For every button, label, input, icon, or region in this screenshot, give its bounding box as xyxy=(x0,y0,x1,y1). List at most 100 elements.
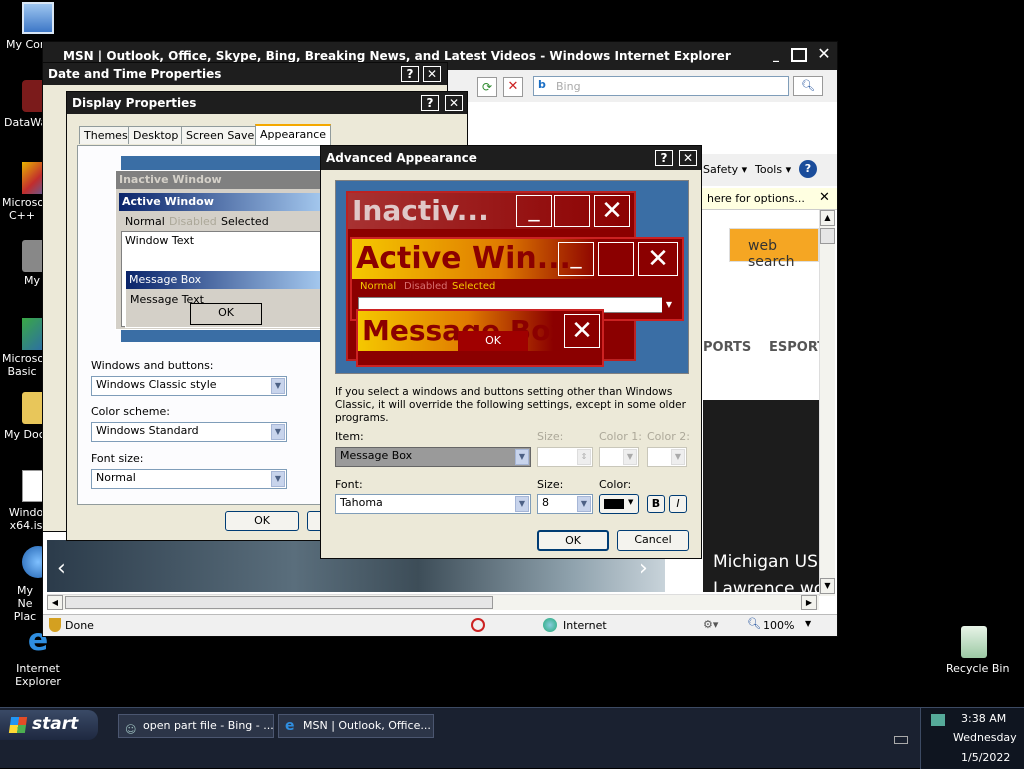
chevron-down-icon[interactable]: ▼ xyxy=(515,449,529,465)
scroll-right-icon[interactable]: ▶ xyxy=(801,595,817,610)
scroll-left-icon[interactable]: ◀ xyxy=(47,595,63,610)
display-help-button[interactable]: ? xyxy=(421,95,439,111)
zoom-icon[interactable]: 🔍︎ xyxy=(747,617,761,630)
datetime-help-button[interactable]: ? xyxy=(401,66,419,82)
chevron-down-icon[interactable]: ▼ xyxy=(623,449,637,465)
desktop-icon-recycle-bin[interactable]: Recycle Bin xyxy=(938,626,1010,675)
network-tray-icon[interactable] xyxy=(931,714,945,726)
display-ok-button[interactable]: OK xyxy=(225,511,299,531)
windows-buttons-label: Windows and buttons: xyxy=(91,359,214,372)
chevron-down-icon[interactable]: ▼ xyxy=(671,449,685,465)
advanced-title: Advanced Appearance xyxy=(326,151,477,165)
web-page-icon: ☺ xyxy=(125,723,137,736)
chevron-down-icon[interactable]: ▼ xyxy=(515,496,529,512)
carousel-next-icon[interactable]: › xyxy=(639,556,648,581)
advanced-note: If you select a windows and buttons sett… xyxy=(335,386,686,424)
zoom-chevron-icon[interactable]: ▼ xyxy=(805,619,811,628)
safety-menu[interactable]: Safety ▾ xyxy=(703,163,747,176)
font-size-select[interactable]: 8 ▼ xyxy=(537,494,593,514)
advanced-ok-button[interactable]: OK xyxy=(537,530,609,551)
preview-message-box: Message Box Message Text OK xyxy=(125,270,325,328)
display-titlebar[interactable]: Display Properties xyxy=(67,92,467,114)
font-color-picker[interactable]: ▼ xyxy=(599,494,639,514)
vertical-scrollbar[interactable]: ▲ ▼ xyxy=(819,210,835,596)
font-size-select[interactable]: Normal ▼ xyxy=(91,469,287,489)
stop-icon[interactable]: ✕ xyxy=(503,77,523,97)
font-select[interactable]: Tahoma ▼ xyxy=(335,494,531,514)
ie-statusbar: Done Internet ⚙▾ 🔍︎ 100% ▼ xyxy=(43,614,837,636)
desktop-icon-my-computer[interactable]: My Con xyxy=(2,2,74,51)
display-close-button[interactable]: ✕ xyxy=(445,95,463,111)
datetime-close-button[interactable]: ✕ xyxy=(423,66,441,82)
chevron-down-icon[interactable]: ▼ xyxy=(271,378,285,394)
datetime-titlebar[interactable]: Date and Time Properties xyxy=(43,63,447,85)
chevron-down-icon[interactable]: ▼ xyxy=(271,424,285,440)
globe-icon xyxy=(543,618,557,632)
spinner-arrows-icon[interactable]: ⇕ xyxy=(577,449,591,465)
refresh-icon[interactable]: ⟳ xyxy=(477,77,497,97)
color-scheme-label: Color scheme: xyxy=(91,405,170,418)
nav-sports[interactable]: PORTS xyxy=(703,340,751,355)
status-zone: Internet xyxy=(563,619,607,632)
advanced-cancel-button[interactable]: Cancel xyxy=(617,530,689,551)
font-color-label: Color: xyxy=(599,478,632,491)
color-scheme-select[interactable]: Windows Standard ▼ xyxy=(91,422,287,442)
ie-maximize-button[interactable] xyxy=(791,48,807,62)
protected-mode-icon xyxy=(471,618,485,632)
task-button-msn[interactable]: e MSN | Outlook, Office... xyxy=(278,714,434,738)
task-button-bing[interactable]: ☺ open part file - Bing - ... xyxy=(118,714,274,738)
chevron-down-icon[interactable]: ▼ xyxy=(577,496,591,512)
hscroll-thumb[interactable] xyxy=(65,596,493,609)
bing-icon: b xyxy=(538,78,546,91)
tab-appearance[interactable]: Appearance xyxy=(255,124,332,145)
windows-buttons-select[interactable]: Windows Classic style ▼ xyxy=(91,376,287,396)
color1-picker[interactable]: ▼ xyxy=(599,447,639,467)
appearance-preview: Inactive Window Active Window Normal Dis… xyxy=(115,156,325,342)
italic-button[interactable]: I xyxy=(669,495,687,513)
zoom-level[interactable]: 100% xyxy=(763,619,794,632)
horizontal-scrollbar[interactable]: ◀ ▶ xyxy=(47,594,819,610)
preview-close-icon: ✕ xyxy=(594,195,630,227)
infobar-close-icon[interactable]: ✕ xyxy=(819,190,830,205)
chevron-down-icon: ▼ xyxy=(628,498,634,506)
internet-explorer-icon: e xyxy=(285,718,295,734)
clock-time[interactable]: 3:38 AM xyxy=(961,712,1006,725)
datetime-title: Date and Time Properties xyxy=(48,67,222,81)
help-icon[interactable]: ? xyxy=(799,160,817,178)
ie-close-button[interactable]: ✕ xyxy=(815,46,833,63)
search-icon[interactable]: 🔍︎ xyxy=(793,76,823,96)
web-search-button[interactable]: web search xyxy=(729,228,819,270)
recycle-bin-icon xyxy=(961,626,987,658)
keyboard-tray-icon[interactable] xyxy=(894,736,908,744)
clock-day: Wednesday xyxy=(953,731,1017,744)
font-size-label: Font size: xyxy=(91,452,144,465)
preview-minimize-icon: _ xyxy=(558,242,594,276)
computer-icon xyxy=(22,2,54,34)
scroll-thumb[interactable] xyxy=(820,228,835,244)
item-select[interactable]: Message Box ▼ xyxy=(335,447,531,467)
settings-icon[interactable]: ⚙▾ xyxy=(703,618,718,631)
search-box[interactable]: b Bing xyxy=(533,76,789,96)
tab-themes[interactable]: Themes xyxy=(79,126,133,144)
advanced-help-button[interactable]: ? xyxy=(655,150,673,166)
advanced-close-button[interactable]: ✕ xyxy=(679,150,697,166)
ie-minimize-button[interactable]: _ xyxy=(767,48,785,64)
color-swatch xyxy=(604,499,624,509)
advanced-titlebar[interactable]: Advanced Appearance xyxy=(321,146,701,170)
chevron-down-icon[interactable]: ▼ xyxy=(271,471,285,487)
scroll-down-icon[interactable]: ▼ xyxy=(820,578,835,594)
status-done: Done xyxy=(65,619,94,632)
font-size-label: Size: xyxy=(537,478,564,491)
scroll-up-icon[interactable]: ▲ xyxy=(820,210,835,226)
tab-desktop[interactable]: Desktop xyxy=(128,126,184,144)
windows-logo-icon xyxy=(8,717,28,733)
carousel-prev-icon[interactable]: ‹ xyxy=(57,556,66,581)
color2-picker[interactable]: ▼ xyxy=(647,447,687,467)
bold-button[interactable]: B xyxy=(647,495,665,513)
size-spinner[interactable]: ⇕ xyxy=(537,447,593,467)
preview-maximize-icon xyxy=(598,242,634,276)
headline-text-1[interactable]: Michigan US xyxy=(713,552,818,572)
start-button[interactable]: start xyxy=(0,710,98,740)
tools-menu[interactable]: Tools ▾ xyxy=(755,163,791,176)
tab-screen-saver[interactable]: Screen Saver xyxy=(181,126,264,144)
